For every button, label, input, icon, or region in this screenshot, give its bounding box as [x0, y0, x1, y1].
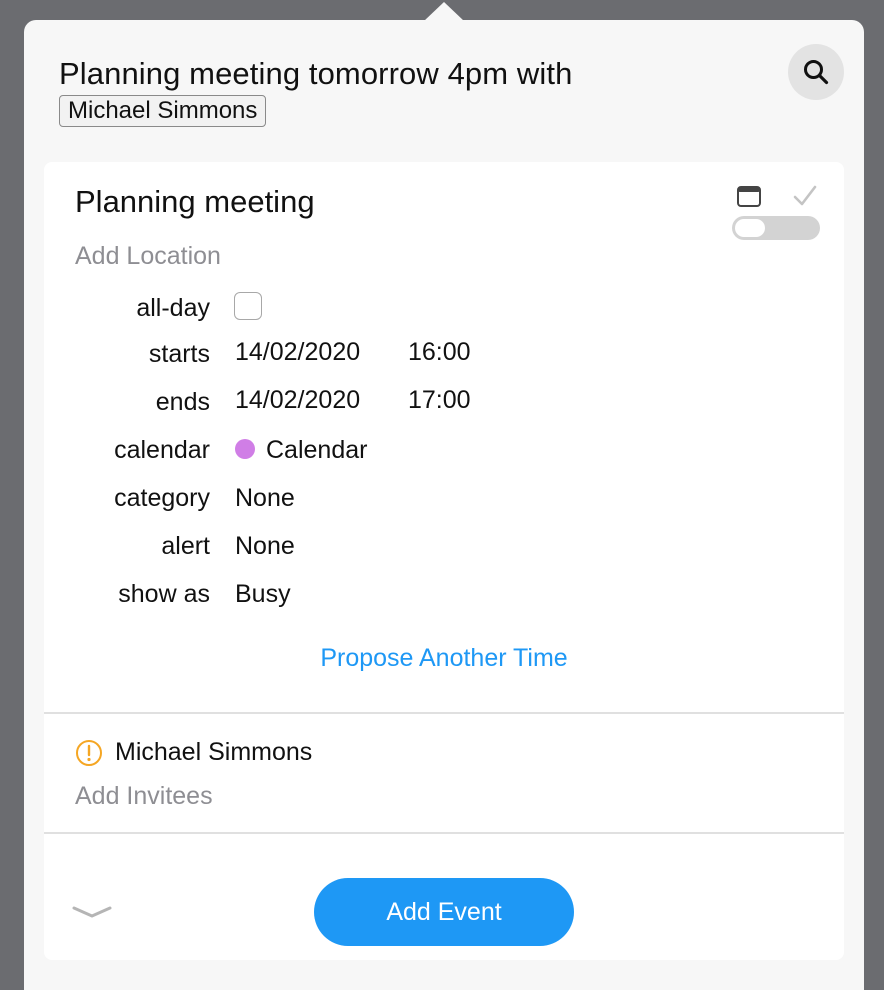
- starts-label: starts: [148, 340, 210, 368]
- warning-circle-icon: [76, 739, 102, 766]
- propose-another-time-link[interactable]: Propose Another Time: [44, 644, 844, 673]
- show-as-label: show as: [118, 580, 210, 608]
- calendar-value: Calendar: [266, 436, 368, 464]
- event-card: Planning meeting Add Location all-day st…: [44, 162, 844, 960]
- starts-time[interactable]: 16:00: [408, 338, 471, 367]
- popover-arrow: [424, 2, 464, 21]
- calendar-selector[interactable]: Calendar: [235, 436, 367, 465]
- category-value[interactable]: None: [235, 484, 295, 513]
- checkmark-icon[interactable]: [792, 184, 818, 208]
- invitee-token[interactable]: Michael Simmons: [59, 95, 267, 127]
- natural-language-query[interactable]: Planning meeting tomorrow 4pm with Micha…: [59, 54, 759, 127]
- ends-time[interactable]: 17:00: [408, 386, 471, 415]
- alert-value[interactable]: None: [235, 532, 295, 561]
- all-day-label: all-day: [136, 294, 210, 322]
- event-options: [732, 184, 822, 244]
- alert-label: alert: [161, 532, 210, 560]
- toggle-knob: [735, 219, 765, 237]
- calendar-label: calendar: [114, 436, 210, 464]
- ends-date[interactable]: 14/02/2020: [235, 386, 360, 415]
- event-title[interactable]: Planning meeting: [75, 184, 315, 220]
- starts-date[interactable]: 14/02/2020: [235, 338, 360, 367]
- chevron-down-icon[interactable]: [72, 904, 112, 920]
- event-popover: Planning meeting tomorrow 4pm with Micha…: [24, 20, 864, 990]
- divider: [44, 832, 844, 834]
- invitee-name: Michael Simmons: [115, 738, 313, 766]
- search-icon: [804, 60, 829, 85]
- all-day-checkbox[interactable]: [234, 292, 262, 320]
- add-invitees-field[interactable]: Add Invitees: [75, 782, 213, 811]
- add-event-button[interactable]: Add Event: [314, 878, 574, 946]
- add-location-field[interactable]: Add Location: [75, 242, 221, 271]
- invitee-row[interactable]: Michael Simmons: [75, 738, 312, 767]
- show-as-value[interactable]: Busy: [235, 580, 291, 609]
- calendar-color-dot: [235, 439, 255, 459]
- divider: [44, 712, 844, 714]
- calendar-icon[interactable]: [736, 184, 762, 208]
- search-button[interactable]: [788, 44, 844, 100]
- query-text[interactable]: Planning meeting tomorrow 4pm with: [59, 54, 759, 94]
- ends-label: ends: [155, 388, 210, 416]
- event-toggle[interactable]: [732, 216, 820, 240]
- category-label: category: [114, 484, 210, 512]
